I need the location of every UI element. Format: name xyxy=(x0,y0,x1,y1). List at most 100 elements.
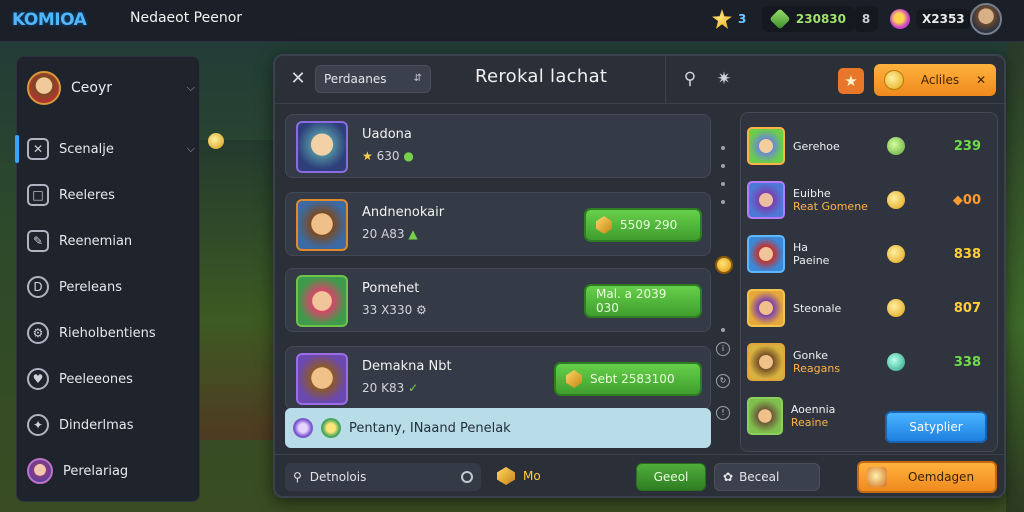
list-item[interactable]: Pomehet 33 X330 ⚙ Mal. a 2039 030 xyxy=(285,268,711,332)
leaf-icon: ▲ xyxy=(408,227,418,241)
sidebar-item-reenemian[interactable]: ✎ Reenemian xyxy=(27,225,195,257)
row-name: Gerehoe xyxy=(793,139,840,153)
row-value: 239 xyxy=(953,138,981,154)
top-bar: KOMIOA Nedaeot Peenor 3 230830 8 X2353 xyxy=(0,0,1024,42)
list-item[interactable]: Uadona ★ 630 ● xyxy=(285,114,711,178)
game-logo: KOMIOA xyxy=(12,10,87,30)
profile-selector[interactable]: Ceoyr ⌵ xyxy=(27,67,195,109)
d-circle-icon: D xyxy=(27,276,49,298)
primary-orange-button[interactable]: Oemdagen xyxy=(857,461,997,493)
sidebar-item-label: Scenalje xyxy=(59,141,114,157)
close-icon[interactable]: ✕ xyxy=(287,68,309,90)
gem-icon xyxy=(566,370,582,388)
character-portrait xyxy=(747,289,785,327)
sidebar-item-peeleeones[interactable]: ♥ Peeleeones xyxy=(27,363,195,395)
favorite-button[interactable]: ★ xyxy=(838,68,864,94)
character-name: Demakna Nbt xyxy=(362,359,452,374)
star-counter[interactable]: 3 xyxy=(712,6,746,32)
compass-icon: ✦ xyxy=(27,414,49,436)
square-icon: □ xyxy=(27,184,49,206)
coin-icon xyxy=(887,191,905,209)
star-icon xyxy=(712,9,732,29)
sidebar-item-label: Reenemian xyxy=(59,233,133,249)
character-icon xyxy=(867,467,887,487)
gem-icon xyxy=(497,467,515,485)
scroll-knob[interactable] xyxy=(715,256,733,274)
row-value: 807 xyxy=(953,300,981,316)
scrollbar[interactable]: i ↻ ! xyxy=(715,132,733,432)
table-row[interactable]: Ha Paeine 838 xyxy=(747,231,991,277)
star-icon: ★ xyxy=(362,149,373,163)
coin-icon xyxy=(887,299,905,317)
character-portrait xyxy=(296,199,348,251)
actions-button[interactable]: Acliles ✕ xyxy=(874,64,996,96)
forest-background-left xyxy=(200,140,274,440)
track-dot xyxy=(721,182,725,186)
buy-button[interactable]: 5509 290 xyxy=(584,208,702,242)
list-item[interactable]: Andnenokair 20 A83 ▲ 5509 290 xyxy=(285,192,711,256)
dropdown-arrow-icon: ⇵ xyxy=(413,73,422,84)
row-name: Aoennia Reaine xyxy=(790,403,836,429)
wrench-icon: ⚙ xyxy=(27,322,49,344)
filter-dropdown[interactable]: Perdaanes ⇵ xyxy=(315,65,431,93)
gear-icon: ✿ xyxy=(723,470,734,484)
sidebar-item-pereleans[interactable]: D Pereleans xyxy=(27,271,195,303)
table-row[interactable]: Euibhe Reat Gomene ◆00 xyxy=(747,177,991,223)
coin-icon xyxy=(887,245,905,263)
orb-counter[interactable]: X2353 xyxy=(890,6,971,32)
gem-counter[interactable]: 230830 xyxy=(762,6,854,32)
row-value: 838 xyxy=(953,246,981,262)
sidebar-item-scenalje[interactable]: ✕ Scenalje ⌵ xyxy=(15,133,195,165)
floating-coin xyxy=(208,133,224,149)
buy-button[interactable]: Mal. a 2039 030 xyxy=(584,284,702,318)
green-action-button[interactable]: Geeol xyxy=(636,463,706,491)
settings-icon: ⚙ xyxy=(416,303,427,317)
sidebar-item-label: Reeleres xyxy=(59,187,115,203)
character-portrait xyxy=(747,397,783,435)
row-name: Gonke Reagans xyxy=(793,349,841,375)
table-row[interactable]: Gonke Reagans 338 xyxy=(747,339,991,385)
supplier-button[interactable]: Satyplier xyxy=(885,411,987,443)
sidebar-item-dinderlmas[interactable]: ✦ Dinderlmas xyxy=(27,409,195,441)
puzzle-icon[interactable]: ✷ xyxy=(713,68,735,90)
search-input[interactable]: ⚲ Detnolois xyxy=(285,463,481,491)
refresh-icon[interactable]: ↻ xyxy=(716,374,730,388)
alert-icon[interactable]: ! xyxy=(716,406,730,420)
track-dot xyxy=(721,328,725,332)
list-item[interactable]: Demakna Nbt 20 K83 ✓ Sebt 2583100 xyxy=(285,346,711,410)
badge-icon xyxy=(321,418,341,438)
buy-button[interactable]: Sebt 2583100 xyxy=(554,362,702,396)
track-dot xyxy=(721,200,725,204)
track-dot xyxy=(721,164,725,168)
notice-banner: Pentany, INaand Penelak xyxy=(285,408,711,448)
sidebar-item-rieholbentiens[interactable]: ⚙ Rieholbentiens xyxy=(27,317,195,349)
search-icon[interactable]: ⚲ xyxy=(679,68,701,90)
table-row[interactable]: Gerehoe 239 xyxy=(747,123,991,169)
circle-icon xyxy=(461,471,473,483)
main-panel: ✕ Perdaanes ⇵ Rerokal lachat ⚲ ✷ ★ Aclil… xyxy=(273,54,1006,498)
info-icon[interactable]: i xyxy=(716,342,730,356)
sidebar-item-perelariag[interactable]: Perelariag xyxy=(27,455,195,487)
table-row[interactable]: Aoennia Reaine xyxy=(747,393,877,439)
gem-icon xyxy=(596,216,612,234)
row-value: 338 xyxy=(953,354,981,370)
ranking-list: Gerehoe 239 Euibhe Reat Gomene ◆00 Ha Paei… xyxy=(740,112,998,452)
sidebar-item-label: Perelariag xyxy=(63,463,129,479)
row-value: ◆00 xyxy=(952,192,981,208)
user-avatar[interactable] xyxy=(970,3,1002,35)
chevron-down-icon: ⌵ xyxy=(186,142,195,155)
table-row[interactable]: Steonale 807 xyxy=(747,285,991,331)
track-dot xyxy=(721,146,725,150)
sidebar-item-reeleres[interactable]: □ Reeleres xyxy=(27,179,195,211)
x-box-icon: ✕ xyxy=(27,138,49,160)
sidebar-item-label: Rieholbentiens xyxy=(59,325,156,341)
gem-icon xyxy=(769,8,791,30)
shield-icon xyxy=(887,353,905,371)
coin-icon xyxy=(884,70,904,90)
divider xyxy=(665,56,666,104)
character-portrait xyxy=(296,121,348,173)
slot-counter[interactable]: 8 xyxy=(854,6,878,32)
gem-icon: ● xyxy=(403,149,414,163)
sidebar-item-label: Dinderlmas xyxy=(59,417,134,433)
secondary-button[interactable]: ✿ Beceal xyxy=(714,463,820,491)
